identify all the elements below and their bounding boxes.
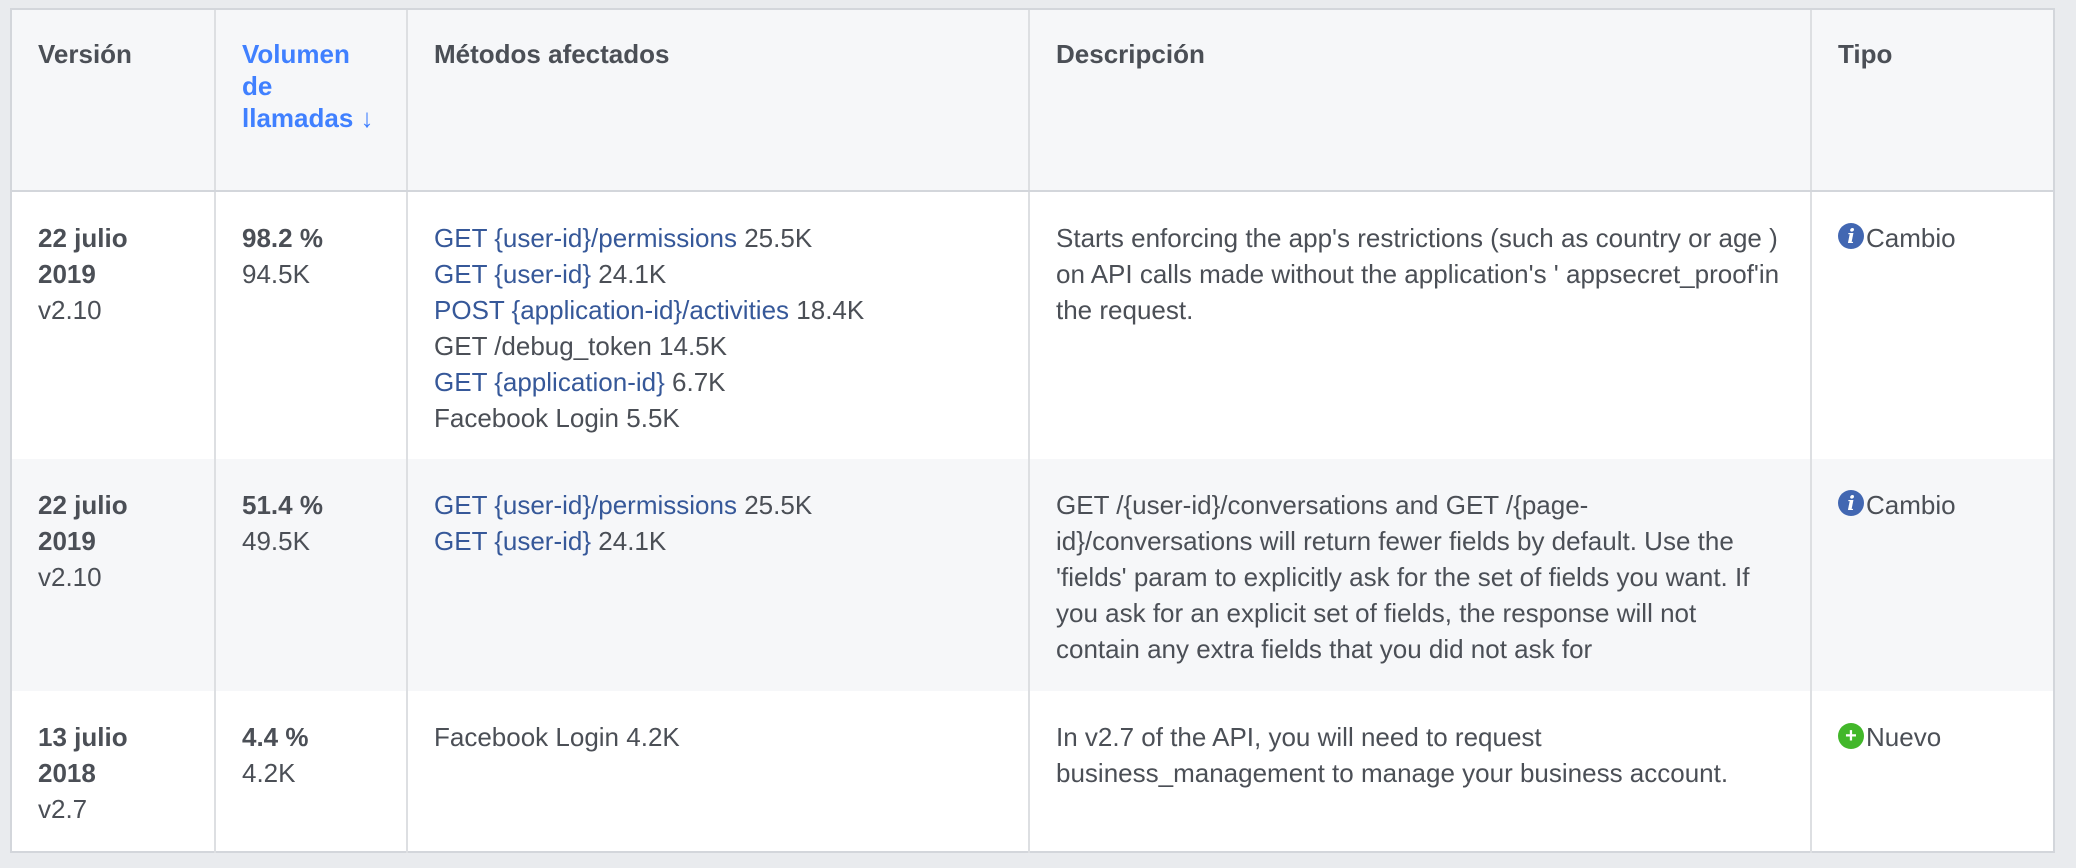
volume-percent: 4.4 % bbox=[242, 722, 309, 752]
method-link[interactable]: GET {user-id} bbox=[434, 259, 591, 289]
method-item: POST {application-id}/activities 18.4K bbox=[434, 292, 1002, 328]
method-item: Facebook Login 5.5K bbox=[434, 400, 1002, 436]
header-affected-methods[interactable]: Métodos afectados bbox=[407, 10, 1030, 192]
method-item: Facebook Login 4.2K bbox=[434, 719, 1002, 755]
api-version: v2.7 bbox=[38, 794, 88, 824]
method-count: 6.7K bbox=[672, 367, 726, 397]
type-cell: + Nuevo bbox=[1811, 691, 2053, 853]
header-version[interactable]: Versión bbox=[12, 10, 216, 192]
volume-count: 94.5K bbox=[242, 259, 310, 289]
method-item: GET /debug_token 14.5K bbox=[434, 328, 1002, 364]
volume-count: 4.2K bbox=[242, 758, 296, 788]
table-header-row: Versión Volumen de llamadas ↓ Métodos af… bbox=[12, 10, 2053, 192]
version-cell: 22 julio 2019 v2.10 bbox=[12, 191, 216, 459]
method-count: 24.1K bbox=[598, 259, 667, 289]
volume-cell: 98.2 % 94.5K bbox=[215, 191, 408, 459]
type-label: Cambio bbox=[1866, 490, 1956, 520]
method-item: GET {user-id}/permissions 25.5K bbox=[434, 220, 1002, 256]
volume-count: 49.5K bbox=[242, 526, 310, 556]
method-item: GET {user-id}/permissions 25.5K bbox=[434, 487, 1002, 523]
version-cell: 22 julio 2019 v2.10 bbox=[12, 459, 216, 691]
volume-percent: 98.2 % bbox=[242, 223, 323, 253]
method-item: GET {user-id} 24.1K bbox=[434, 523, 1002, 559]
table-row: 22 julio 2019 v2.10 98.2 % 94.5K GET {us… bbox=[12, 191, 2053, 459]
method-name: GET /debug_token bbox=[434, 331, 652, 361]
method-link[interactable]: GET {application-id} bbox=[434, 367, 665, 397]
release-date: 22 julio 2019 bbox=[38, 490, 128, 556]
version-cell: 13 julio 2018 v2.7 bbox=[12, 691, 216, 853]
method-item: GET {user-id} 24.1K bbox=[434, 256, 1002, 292]
type-label: Cambio bbox=[1866, 223, 1956, 253]
api-version: v2.10 bbox=[38, 295, 102, 325]
description-cell: GET /{user-id}/conversations and GET /{p… bbox=[1029, 459, 1812, 691]
plus-circle-icon: + bbox=[1838, 723, 1864, 749]
header-type[interactable]: Tipo bbox=[1811, 10, 2053, 192]
header-call-volume-sorted[interactable]: Volumen de llamadas ↓ bbox=[215, 10, 408, 192]
volume-percent: 51.4 % bbox=[242, 490, 323, 520]
method-link[interactable]: GET {user-id}/permissions bbox=[434, 490, 737, 520]
method-name: Facebook Login bbox=[434, 403, 620, 433]
api-upgrade-table: Versión Volumen de llamadas ↓ Métodos af… bbox=[12, 10, 2053, 853]
description-cell: Starts enforcing the app's restrictions … bbox=[1029, 191, 1812, 459]
method-count: 24.1K bbox=[598, 526, 667, 556]
method-count: 25.5K bbox=[744, 223, 813, 253]
description-cell: In v2.7 of the API, you will need to req… bbox=[1029, 691, 1812, 853]
release-date: 22 julio 2019 bbox=[38, 223, 128, 289]
methods-cell: Facebook Login 4.2K bbox=[407, 691, 1030, 853]
upgrade-table-panel: Versión Volumen de llamadas ↓ Métodos af… bbox=[10, 8, 2055, 853]
method-count: 14.5K bbox=[659, 331, 727, 361]
table-row: 13 julio 2018 v2.7 4.4 % 4.2K Facebook L… bbox=[12, 691, 2053, 853]
api-version: v2.10 bbox=[38, 562, 102, 592]
header-description[interactable]: Descripción bbox=[1029, 10, 1812, 192]
methods-cell: GET {user-id}/permissions 25.5K GET {use… bbox=[407, 191, 1030, 459]
type-cell: i Cambio bbox=[1811, 191, 2053, 459]
info-icon: i bbox=[1838, 223, 1864, 249]
type-cell: i Cambio bbox=[1811, 459, 2053, 691]
info-icon: i bbox=[1838, 490, 1864, 516]
type-label: Nuevo bbox=[1866, 722, 1942, 752]
table-row: 22 julio 2019 v2.10 51.4 % 49.5K GET {us… bbox=[12, 459, 2053, 691]
volume-cell: 51.4 % 49.5K bbox=[215, 459, 408, 691]
method-count: 5.5K bbox=[626, 403, 680, 433]
method-link[interactable]: POST {application-id}/activities bbox=[434, 295, 789, 325]
method-count: 18.4K bbox=[796, 295, 865, 325]
methods-cell: GET {user-id}/permissions 25.5K GET {use… bbox=[407, 459, 1030, 691]
method-item: GET {application-id} 6.7K bbox=[434, 364, 1002, 400]
method-name: Facebook Login bbox=[434, 722, 620, 752]
method-count: 4.2K bbox=[626, 722, 680, 752]
method-link[interactable]: GET {user-id} bbox=[434, 526, 591, 556]
method-link[interactable]: GET {user-id}/permissions bbox=[434, 223, 737, 253]
volume-cell: 4.4 % 4.2K bbox=[215, 691, 408, 853]
method-count: 25.5K bbox=[744, 490, 813, 520]
release-date: 13 julio 2018 bbox=[38, 722, 128, 788]
